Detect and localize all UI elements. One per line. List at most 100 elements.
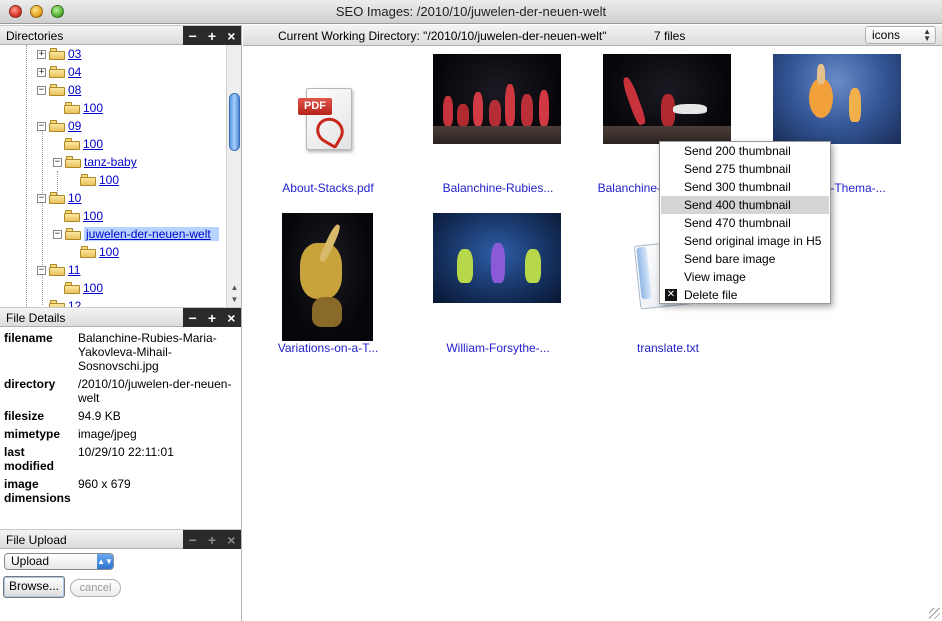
tree-item-11[interactable]: − 11 [37, 261, 80, 279]
file-details-controls: − + × [183, 308, 241, 327]
detail-row-filesize: filesize 94.9 KB [4, 409, 240, 423]
collapse-toggle-icon[interactable]: − [53, 229, 62, 239]
tree-link[interactable]: 03 [68, 47, 81, 61]
collapse-toggle-icon[interactable]: − [37, 265, 46, 275]
tree-link[interactable]: 100 [99, 245, 119, 259]
tree-link[interactable]: 09 [68, 119, 81, 133]
tree-item-10[interactable]: − 10 [37, 189, 81, 207]
close-icon[interactable]: × [224, 533, 238, 547]
menu-item-label: Delete file [684, 288, 738, 302]
tree-item-tanz-baby-100[interactable]: 100 [80, 171, 119, 189]
tree-item-juwelen-100[interactable]: 100 [80, 243, 119, 261]
main-header: Current Working Directory: "/2010/10/juw… [243, 25, 942, 46]
collapse-toggle-icon[interactable]: − [37, 85, 46, 95]
tree-item-03[interactable]: + 03 [37, 45, 81, 63]
current-directory-label: Current Working Directory: "/2010/10/juw… [278, 29, 607, 43]
tree-item-08[interactable]: − 08 [37, 81, 81, 99]
menu-item-send-200[interactable]: Send 200 thumbnail [661, 142, 829, 160]
expand-icon[interactable]: + [205, 29, 219, 43]
browse-button[interactable]: Browse... [3, 576, 65, 598]
tree-item-11-100[interactable]: 100 [64, 279, 103, 297]
expand-toggle-icon[interactable]: + [37, 49, 46, 59]
tree-link[interactable]: 100 [99, 173, 119, 187]
tree-link[interactable]: 12 [68, 299, 81, 307]
scrollbar-thumb[interactable] [229, 93, 240, 151]
image-thumbnail[interactable] [433, 213, 561, 303]
menu-item-send-470[interactable]: Send 470 thumbnail [661, 214, 829, 232]
scroll-up-arrow-icon[interactable]: ▲ [227, 283, 242, 295]
collapse-toggle-icon[interactable]: − [53, 157, 62, 167]
file-caption[interactable]: About-Stacks.pdf [243, 181, 413, 195]
tree-link[interactable]: tanz-baby [84, 155, 137, 169]
collapse-icon[interactable]: − [186, 311, 200, 325]
collapse-toggle-icon[interactable]: − [37, 193, 46, 203]
tree-link[interactable]: 08 [68, 83, 81, 97]
tree-link[interactable]: 100 [83, 101, 103, 115]
tree-link[interactable]: 100 [83, 281, 103, 295]
image-thumbnail[interactable] [603, 54, 731, 144]
folder-icon [64, 210, 80, 222]
detail-row-image-dimensions: image dimensions 960 x 679 [4, 477, 240, 505]
folder-icon [65, 228, 81, 240]
file-upload-panel: File Upload − + × Upload ▲▼ Browse... ca… [0, 529, 242, 621]
tree-link[interactable]: 100 [83, 209, 103, 223]
collapse-icon[interactable]: − [186, 533, 200, 547]
tree-item-tanz-baby[interactable]: − tanz-baby [53, 153, 137, 171]
upload-select-value: Upload [11, 554, 50, 568]
close-icon[interactable]: × [224, 29, 238, 43]
expand-icon[interactable]: + [205, 533, 219, 547]
detail-row-directory: directory /2010/10/juwelen-der-neuen-wel… [4, 377, 240, 405]
resize-grip-icon[interactable] [929, 608, 940, 619]
menu-item-delete-file[interactable]: ✕ Delete file [661, 286, 829, 304]
image-context-menu: Send 200 thumbnail Send 275 thumbnail Se… [659, 141, 831, 304]
menu-item-send-400[interactable]: Send 400 thumbnail [661, 196, 829, 214]
tree-item-09[interactable]: − 09 [37, 117, 81, 135]
menu-item-send-275[interactable]: Send 275 thumbnail [661, 160, 829, 178]
tree-item-09-100[interactable]: 100 [64, 135, 103, 153]
tree-item-12[interactable]: 12 [49, 297, 81, 307]
close-icon[interactable]: × [224, 311, 238, 325]
file-caption[interactable]: translate.txt [583, 341, 753, 355]
tree-link[interactable]: 100 [83, 137, 103, 151]
tree-item-10-100[interactable]: 100 [64, 207, 103, 225]
file-caption[interactable]: William-Forsythe-... [413, 341, 583, 355]
view-mode-select[interactable]: icons ▲ ▼ [865, 26, 936, 44]
image-thumbnail[interactable] [282, 213, 373, 341]
menu-item-send-bare[interactable]: Send bare image [661, 250, 829, 268]
tree-item-04[interactable]: + 04 [37, 63, 81, 81]
folder-icon [80, 174, 96, 186]
cancel-button[interactable]: cancel [70, 579, 121, 597]
tree-link[interactable]: 10 [68, 191, 81, 205]
detail-key: filename [4, 331, 53, 345]
menu-item-send-300[interactable]: Send 300 thumbnail [661, 178, 829, 196]
tree-link[interactable]: 11 [68, 263, 80, 277]
upload-select[interactable]: Upload ▲▼ [4, 553, 114, 570]
scroll-down-arrow-icon[interactable]: ▼ [227, 295, 242, 307]
tree-item-08-100[interactable]: 100 [64, 99, 103, 117]
expand-icon[interactable]: + [205, 311, 219, 325]
file-item-image[interactable]: William-Forsythe-... [413, 213, 583, 363]
menu-item-send-original[interactable]: Send original image in H5 [661, 232, 829, 250]
directory-scrollbar[interactable]: ▲ ▼ [226, 45, 241, 307]
collapse-toggle-icon[interactable]: − [37, 121, 46, 131]
file-details-title: File Details [6, 311, 66, 325]
file-caption[interactable]: Variations-on-a-T... [243, 341, 413, 355]
delete-icon: ✕ [665, 289, 677, 301]
image-thumbnail[interactable] [773, 54, 901, 144]
file-item-image[interactable]: Variations-on-a-T... [243, 213, 413, 363]
file-item-pdf[interactable]: PDF About-Stacks.pdf [243, 53, 413, 203]
select-arrows-icon: ▲▼ [97, 554, 113, 569]
directories-panel: Directories − + × + 03 + 04 − 08 100 − 0… [0, 25, 242, 307]
menu-item-view-image[interactable]: View image [661, 268, 829, 286]
image-thumbnail[interactable] [433, 54, 561, 144]
tree-link[interactable]: juwelen-der-neuen-welt [84, 227, 219, 241]
tree-item-juwelen-der-neuen-welt[interactable]: − juwelen-der-neuen-welt [53, 225, 219, 243]
file-browser-main: Current Working Directory: "/2010/10/juw… [243, 25, 942, 621]
detail-value: 94.9 KB [78, 409, 121, 423]
tree-link[interactable]: 04 [68, 65, 81, 79]
detail-row-mimetype: mimetype image/jpeg [4, 427, 240, 441]
expand-toggle-icon[interactable]: + [37, 67, 46, 77]
folder-icon [49, 66, 65, 78]
collapse-icon[interactable]: − [186, 29, 200, 43]
detail-row-last-modified: last modified 10/29/10 22:11:01 [4, 445, 240, 473]
